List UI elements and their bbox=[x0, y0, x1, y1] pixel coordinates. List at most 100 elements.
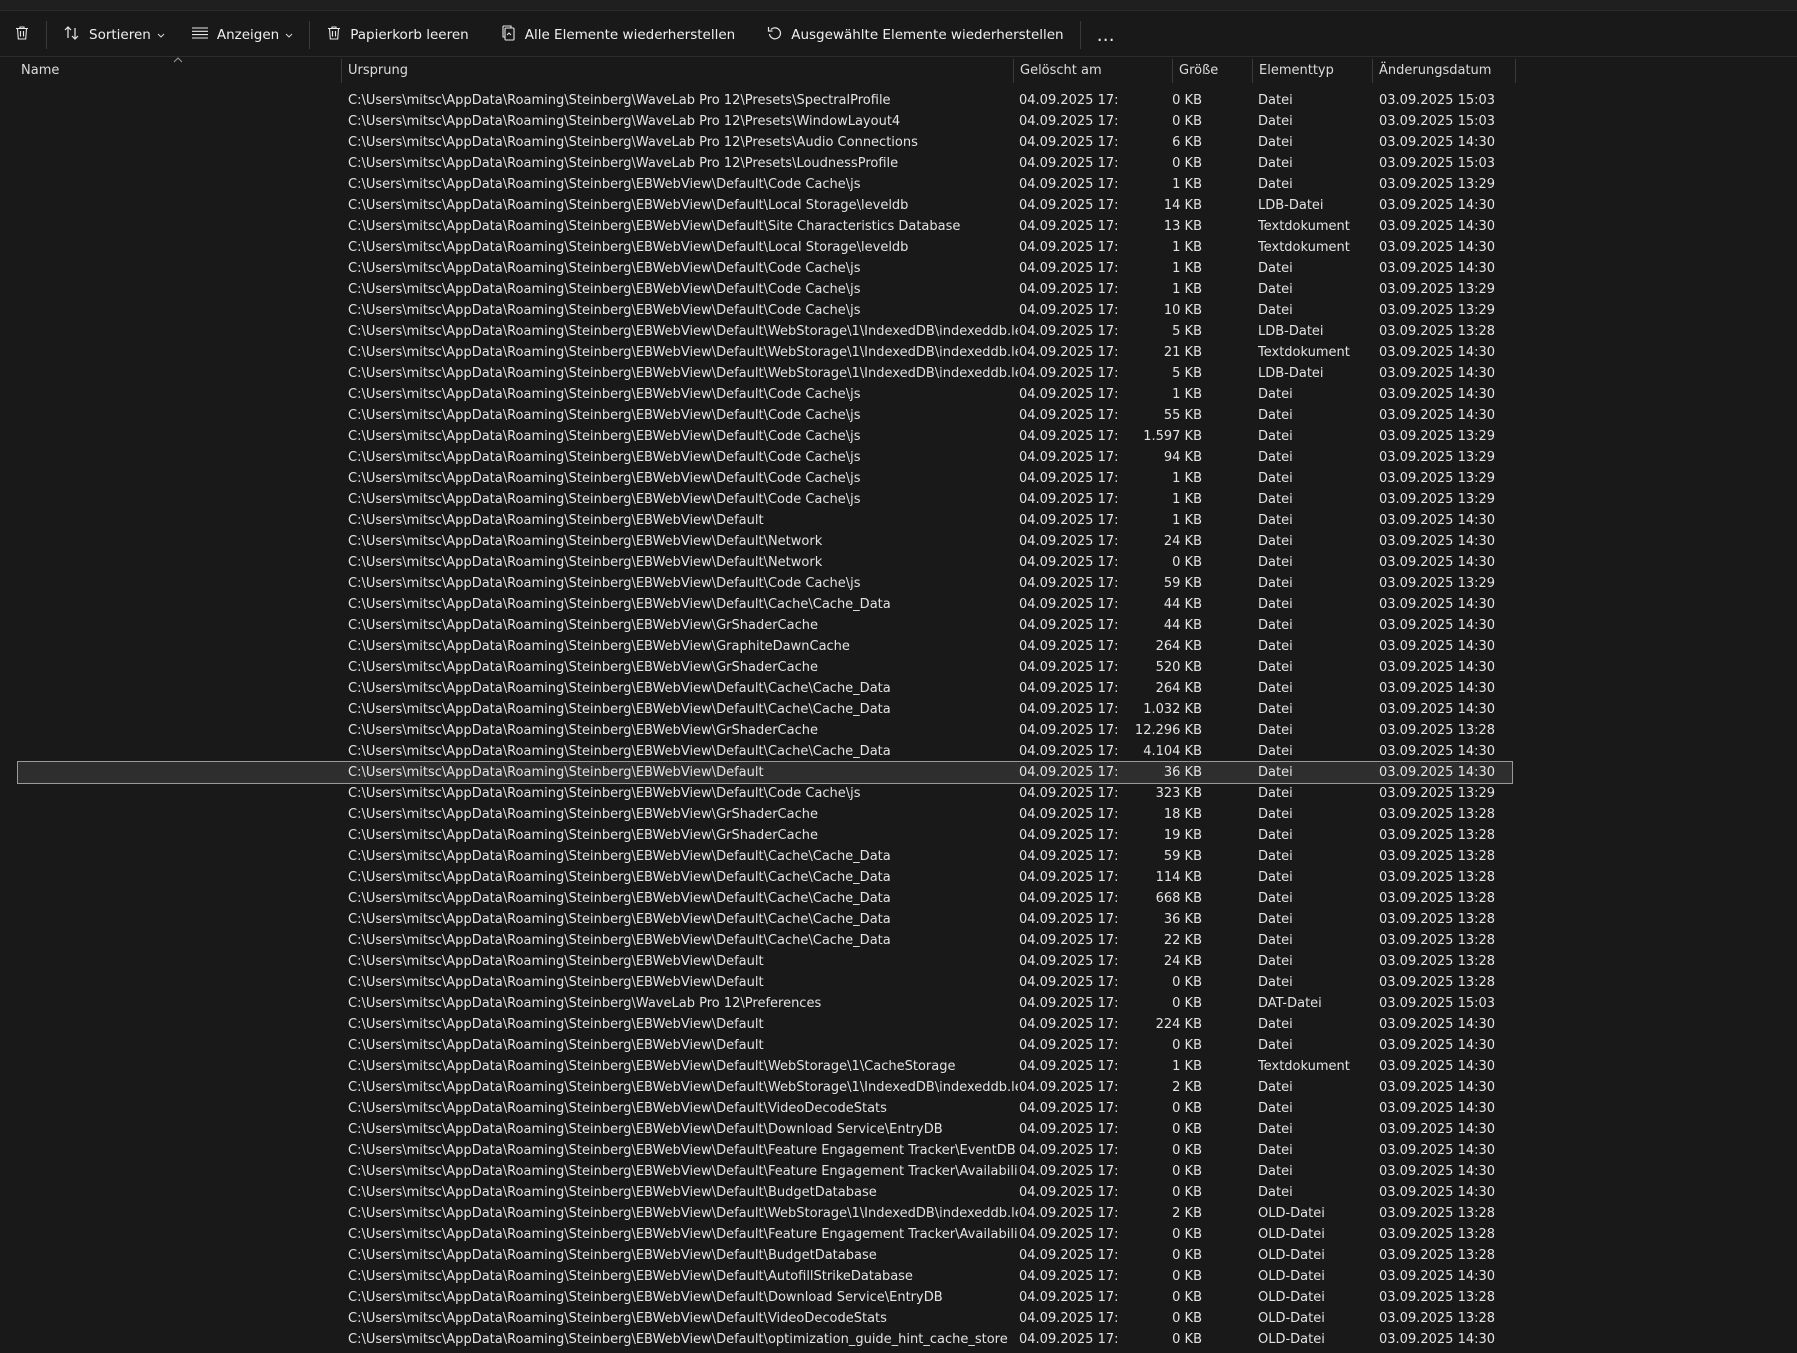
table-row[interactable]: LOG.oldC:\Users\mitsc\AppData\Roaming\St… bbox=[18, 1203, 1512, 1224]
table-row[interactable]: LOGC:\Users\mitsc\AppData\Roaming\Steinb… bbox=[18, 1119, 1512, 1140]
restore-all-button[interactable]: Alle Elemente wiederherstellen bbox=[491, 18, 746, 52]
table-row[interactable]: data_2C:\Users\mitsc\AppData\Roaming\Ste… bbox=[18, 699, 1512, 720]
column-header-origin[interactable]: Ursprung bbox=[342, 57, 1012, 84]
table-row[interactable]: 000093.logC:\Users\mitsc\AppData\Roaming… bbox=[18, 342, 1512, 363]
item-type: Textdokument bbox=[1258, 345, 1350, 360]
table-row[interactable]: LOGC:\Users\mitsc\AppData\Roaming\Steinb… bbox=[18, 1161, 1512, 1182]
table-row[interactable]: LOG.oldC:\Users\mitsc\AppData\Roaming\St… bbox=[18, 1266, 1512, 1287]
table-row[interactable]: f_000091C:\Users\mitsc\AppData\Roaming\S… bbox=[18, 846, 1512, 867]
table-row[interactable]: _lastC:\Users\mitsc\AppData\Roaming\Stei… bbox=[18, 153, 1512, 174]
table-row[interactable]: 7c48770e2056b1cb_0C:\Users\mitsc\AppData… bbox=[18, 300, 1512, 321]
table-row[interactable]: LOGC:\Users\mitsc\AppData\Roaming\Steinb… bbox=[18, 1098, 1512, 1119]
table-row[interactable]: 335e69ddec2b9ac6_0C:\Users\mitsc\AppData… bbox=[18, 384, 1512, 405]
table-row[interactable]: _lastC:\Users\mitsc\AppData\Roaming\Stei… bbox=[18, 132, 1512, 153]
deleted-date: 04.09.2025 17:19 bbox=[1019, 849, 1119, 864]
file-size: 0 KB bbox=[1172, 93, 1202, 108]
table-row[interactable]: f_000095C:\Users\mitsc\AppData\Roaming\S… bbox=[18, 930, 1512, 951]
column-divider[interactable] bbox=[1515, 59, 1516, 83]
file-size: 5 KB bbox=[1172, 366, 1202, 381]
table-row[interactable]: data_0C:\Users\mitsc\AppData\Roaming\Ste… bbox=[18, 594, 1512, 615]
table-row[interactable]: data_0C:\Users\mitsc\AppData\Roaming\Ste… bbox=[18, 615, 1512, 636]
table-row[interactable]: _lastC:\Users\mitsc\AppData\Roaming\Stei… bbox=[18, 111, 1512, 132]
table-row[interactable]: LOG.oldC:\Users\mitsc\AppData\Roaming\St… bbox=[18, 1245, 1512, 1266]
column-header-size[interactable]: Größe bbox=[1173, 57, 1251, 84]
table-row[interactable]: LOG.oldC:\Users\mitsc\AppData\Roaming\St… bbox=[18, 1287, 1512, 1308]
table-row[interactable]: 6ec9534c446c653b_0C:\Users\mitsc\AppData… bbox=[18, 279, 1512, 300]
delete-button[interactable] bbox=[4, 18, 40, 52]
table-row[interactable]: 9216bd9502afc7de_0C:\Users\mitsc\AppData… bbox=[18, 405, 1512, 426]
table-row[interactable]: bfc5e7f43396371e_0C:\Users\mitsc\AppData… bbox=[18, 489, 1512, 510]
table-row[interactable]: LOGC:\Users\mitsc\AppData\Roaming\Steinb… bbox=[18, 1182, 1512, 1203]
deleted-date: 04.09.2025 17:19 bbox=[1019, 492, 1119, 507]
origin-path: C:\Users\mitsc\AppData\Roaming\Steinberg… bbox=[348, 1143, 1016, 1158]
table-row[interactable]: data_3C:\Users\mitsc\AppData\Roaming\Ste… bbox=[18, 741, 1512, 762]
column-header-deleted[interactable]: Gelöscht am bbox=[1014, 57, 1172, 84]
table-row[interactable]: 4ac2dd7297571edb_0C:\Users\mitsc\AppData… bbox=[18, 258, 1512, 279]
table-row[interactable]: f_000094C:\Users\mitsc\AppData\Roaming\S… bbox=[18, 909, 1512, 930]
table-row[interactable]: HistoryC:\Users\mitsc\AppData\Roaming\St… bbox=[18, 1014, 1512, 1035]
table-row[interactable]: bf381c60e9a402f3_0C:\Users\mitsc\AppData… bbox=[18, 468, 1512, 489]
table-row[interactable]: 000003.ldbC:\Users\mitsc\AppData\Roaming… bbox=[18, 195, 1512, 216]
modified-date: 03.09.2025 14:30 bbox=[1379, 387, 1496, 402]
column-header-modified[interactable]: Änderungsdatum bbox=[1373, 57, 1515, 84]
table-row[interactable]: index.txtC:\Users\mitsc\AppData\Roaming\… bbox=[18, 1056, 1512, 1077]
table-row[interactable]: Favicons-journalC:\Users\mitsc\AppData\R… bbox=[18, 972, 1512, 993]
table-row[interactable]: CookiesC:\Users\mitsc\AppData\Roaming\St… bbox=[18, 531, 1512, 552]
empty-recycle-bin-button[interactable]: Papierkorb leeren bbox=[316, 18, 478, 52]
item-type: Datei bbox=[1258, 114, 1293, 129]
table-row[interactable]: data_3C:\Users\mitsc\AppData\Roaming\Ste… bbox=[18, 720, 1512, 741]
table-row[interactable]: _lastC:\Users\mitsc\AppData\Roaming\Stei… bbox=[18, 90, 1512, 111]
table-row[interactable]: 16623a70d8e059c0_0C:\Users\mitsc\AppData… bbox=[18, 426, 1512, 447]
file-size: 14 KB bbox=[1163, 198, 1202, 213]
table-row[interactable]: data_1C:\Users\mitsc\AppData\Roaming\Ste… bbox=[18, 678, 1512, 699]
more-options-button[interactable]: … bbox=[1087, 18, 1126, 52]
table-row[interactable]: Cookies-journalC:\Users\mitsc\AppData\Ro… bbox=[18, 552, 1512, 573]
table-row[interactable]: LOGC:\Users\mitsc\AppData\Roaming\Steinb… bbox=[18, 1077, 1512, 1098]
table-row[interactable]: LOG.oldC:\Users\mitsc\AppData\Roaming\St… bbox=[18, 1308, 1512, 1329]
origin-path: C:\Users\mitsc\AppData\Roaming\Steinberg… bbox=[348, 576, 861, 591]
table-row[interactable]: LOG.oldC:\Users\mitsc\AppData\Roaming\St… bbox=[18, 1224, 1512, 1245]
table-row[interactable]: General.datC:\Users\mitsc\AppData\Roamin… bbox=[18, 993, 1512, 1014]
table-row[interactable]: a2392b874a19af6a_0C:\Users\mitsc\AppData… bbox=[18, 447, 1512, 468]
item-type: OLD-Datei bbox=[1258, 1332, 1325, 1347]
table-row[interactable]: 000095.ldbC:\Users\mitsc\AppData\Roaming… bbox=[18, 363, 1512, 384]
column-header-name[interactable]: Name bbox=[15, 57, 340, 84]
origin-path: C:\Users\mitsc\AppData\Roaming\Steinberg… bbox=[348, 618, 818, 633]
table-row[interactable]: LOG.oldC:\Users\mitsc\AppData\Roaming\St… bbox=[18, 1329, 1512, 1350]
table-row[interactable]: 000004.logC:\Users\mitsc\AppData\Roaming… bbox=[18, 237, 1512, 258]
table-row[interactable]: f_000092C:\Users\mitsc\AppData\Roaming\S… bbox=[18, 867, 1512, 888]
table-row[interactable]: 000091.ldbC:\Users\mitsc\AppData\Roaming… bbox=[18, 321, 1512, 342]
table-row[interactable]: d7db3d6b1ca89071_0C:\Users\mitsc\AppData… bbox=[18, 573, 1512, 594]
origin-path: C:\Users\mitsc\AppData\Roaming\Steinberg… bbox=[348, 303, 861, 318]
item-type: Datei bbox=[1258, 1080, 1293, 1095]
table-row[interactable]: 000003.logC:\Users\mitsc\AppData\Roaming… bbox=[18, 216, 1512, 237]
file-size: 0 KB bbox=[1172, 975, 1202, 990]
deleted-date: 04.09.2025 17:19 bbox=[1019, 1143, 1119, 1158]
origin-path: C:\Users\mitsc\AppData\Roaming\Steinberg… bbox=[348, 702, 891, 717]
table-row[interactable]: e7422fa95eb662b4_0C:\Users\mitsc\AppData… bbox=[18, 783, 1512, 804]
table-row[interactable]: f_00007dC:\Users\mitsc\AppData\Roaming\S… bbox=[18, 804, 1512, 825]
restore-selected-button[interactable]: Ausgewählte Elemente wiederherstellen bbox=[757, 18, 1073, 52]
item-type: Datei bbox=[1258, 177, 1293, 192]
table-row[interactable]: data_1C:\Users\mitsc\AppData\Roaming\Ste… bbox=[18, 657, 1512, 678]
modified-date: 03.09.2025 14:30 bbox=[1379, 345, 1496, 360]
origin-path: C:\Users\mitsc\AppData\Roaming\Steinberg… bbox=[348, 261, 861, 276]
item-type: OLD-Datei bbox=[1258, 1269, 1325, 1284]
origin-path: C:\Users\mitsc\AppData\Roaming\Steinberg… bbox=[348, 219, 961, 234]
table-row[interactable]: f_000093C:\Users\mitsc\AppData\Roaming\S… bbox=[18, 888, 1512, 909]
table-row[interactable]: f_00007eC:\Users\mitsc\AppData\Roaming\S… bbox=[18, 825, 1512, 846]
item-type: Datei bbox=[1258, 261, 1293, 276]
table-row[interactable]: data_1C:\Users\mitsc\AppData\Roaming\Ste… bbox=[18, 636, 1512, 657]
table-row[interactable]: History-journalC:\Users\mitsc\AppData\Ro… bbox=[18, 1035, 1512, 1056]
sort-button[interactable]: Sortieren bbox=[53, 18, 175, 52]
table-row[interactable]: DIPSC:\Users\mitsc\AppData\Roaming\Stein… bbox=[17, 761, 1513, 784]
table-row[interactable]: LOGC:\Users\mitsc\AppData\Roaming\Steinb… bbox=[18, 1140, 1512, 1161]
table-row[interactable]: 02c2c8cb2340cc2c_0C:\Users\mitsc\AppData… bbox=[18, 174, 1512, 195]
file-size: 1 KB bbox=[1172, 261, 1202, 276]
modified-date: 03.09.2025 14:30 bbox=[1379, 135, 1496, 150]
view-button[interactable]: Anzeigen bbox=[181, 18, 303, 52]
modified-date: 03.09.2025 13:28 bbox=[1379, 975, 1496, 990]
column-header-type[interactable]: Elementtyp bbox=[1253, 57, 1371, 84]
table-row[interactable]: FaviconsC:\Users\mitsc\AppData\Roaming\S… bbox=[18, 951, 1512, 972]
table-row[interactable]: BrowsingTopicsStateC:\Users\mitsc\AppDat… bbox=[18, 510, 1512, 531]
